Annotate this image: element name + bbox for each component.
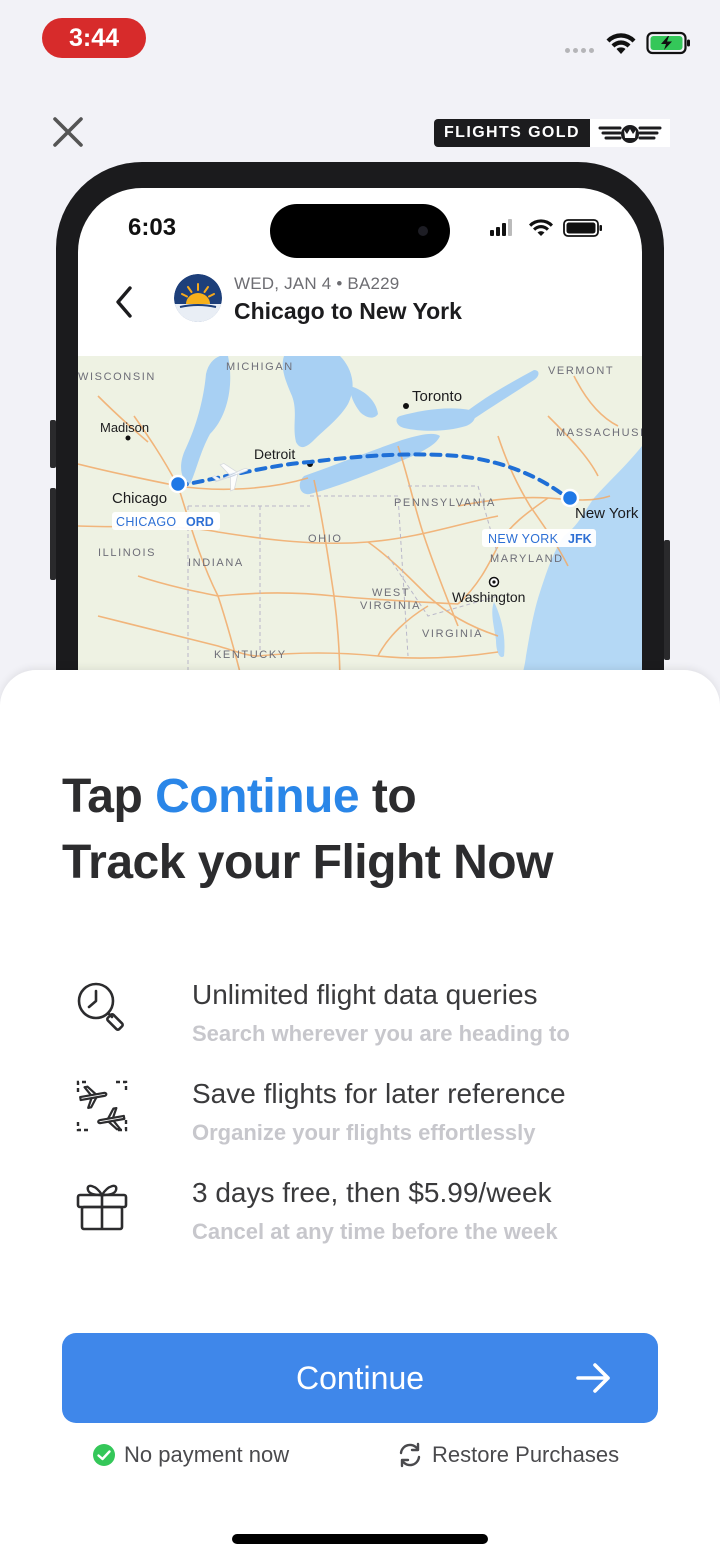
no-payment-label: No payment now [124, 1442, 290, 1467]
home-indicator [232, 1534, 488, 1544]
clock-search-icon [77, 982, 124, 1031]
headline-part2: to [359, 770, 417, 823]
map-label-pennsylvania: PENNSYLVANIA [394, 497, 496, 509]
continue-button[interactable]: Continue [62, 1333, 658, 1423]
flight-route-title: Chicago to New York [234, 298, 462, 324]
headline-line2: Track your Flight Now [62, 836, 553, 889]
status-time: 3:44 [42, 18, 146, 58]
paywall-sheet: Tap Continue to Track your Flight Now Un… [0, 670, 720, 1560]
paywall-headline: Tap Continue to Track your Flight Now [62, 764, 682, 896]
map-label-vermont: VERMONT [548, 365, 614, 377]
dynamic-island [270, 204, 450, 258]
feature-title: Save flights for later reference [192, 1078, 566, 1109]
phone-mockup-screen: 6:03 WED, JAN 4 • BA229 Chicago to New Y… [78, 188, 642, 688]
continue-button-label: Continue [295, 1360, 425, 1396]
origin-airport-tag: CHICAGO ORD [112, 512, 220, 530]
arrow-right-icon [576, 1363, 610, 1393]
headline-accent: Continue [155, 770, 360, 823]
status-bar: 3:44 [0, 0, 720, 80]
feature-title: Unlimited flight data queries [192, 979, 538, 1010]
airline-sunrise-logo-icon [174, 274, 222, 322]
flight-date-number: WED, JAN 4 • BA229 [234, 274, 400, 293]
refresh-icon [399, 1442, 421, 1468]
map-label-washington: Washington [452, 589, 525, 605]
mockup-time: 6:03 [128, 214, 177, 241]
restore-purchases-label: Restore Purchases [432, 1442, 620, 1467]
destination-marker [560, 488, 580, 508]
map-label-ohio: OHIO [308, 533, 343, 545]
close-button[interactable] [46, 110, 90, 154]
map-label-chicago: Chicago [112, 490, 167, 507]
no-payment-note: No payment now [92, 1440, 289, 1470]
mockup-status-icons [490, 219, 602, 237]
map-label-toronto: Toronto [412, 388, 462, 405]
planes-save-icon [76, 1080, 128, 1132]
map-label-indiana: INDIANA [188, 557, 244, 569]
battery-icon [646, 31, 690, 55]
check-circle-icon [93, 1444, 115, 1466]
destination-airport-tag: NEW YORK JFK [482, 529, 596, 547]
map-label-virginia: VIRGINIA [422, 628, 483, 640]
feature-item-trial: 3 days free, then $5.99/week Cancel at a… [0, 1173, 720, 1253]
phone-side-button [50, 488, 56, 580]
map-label-madison: Madison [100, 420, 149, 435]
crown-wings-logo-icon [589, 119, 670, 147]
map-label-massachusetts: MASSACHUSE [556, 427, 642, 439]
wifi-icon [606, 33, 636, 54]
destination-code: JFK [568, 532, 592, 546]
map-label-michigan: MICHIGAN [226, 361, 294, 373]
brand-name: FLIGHTS GOLD [434, 119, 590, 147]
restore-purchases-button[interactable]: Restore Purchases [396, 1440, 619, 1470]
origin-city: CHICAGO [116, 515, 176, 529]
route-map: MICHIGAN WISCONSIN VERMONT MASSACHUSE PE… [78, 356, 642, 688]
origin-code: ORD [186, 515, 214, 529]
phone-side-button [50, 420, 56, 468]
back-chevron-icon [116, 286, 132, 318]
map-label-maryland: MARYLAND [490, 553, 564, 565]
brand-badge: FLIGHTS GOLD [434, 119, 670, 147]
map-label-wisconsin: WISCONSIN [78, 371, 156, 383]
map-label-detroit: Detroit [254, 446, 295, 462]
map-label-kentucky: KENTUCKY [214, 649, 287, 661]
feature-subtitle: Search wherever you are heading to [192, 1021, 570, 1046]
gift-icon [76, 1184, 128, 1231]
signal-dots-icon [565, 48, 594, 53]
map-label-west-virginia-2: VIRGINIA [360, 600, 421, 612]
map-label-new-york: New York [575, 505, 639, 522]
destination-city: NEW YORK [488, 532, 559, 546]
map-label-west-virginia-1: WEST [372, 587, 410, 599]
mockup-flight-header: WED, JAN 4 • BA229 Chicago to New York [78, 266, 642, 356]
feature-title: 3 days free, then $5.99/week [192, 1177, 552, 1208]
feature-item-queries: Unlimited flight data queries Search whe… [0, 975, 720, 1055]
phone-side-button [664, 540, 670, 660]
feature-item-save: Save flights for later reference Organiz… [0, 1074, 720, 1154]
feature-subtitle: Organize your flights effortlessly [192, 1120, 536, 1145]
feature-subtitle: Cancel at any time before the week [192, 1219, 558, 1244]
headline-part1: Tap [62, 770, 156, 823]
origin-marker [168, 474, 188, 494]
map-label-illinois: ILLINOIS [98, 547, 156, 559]
